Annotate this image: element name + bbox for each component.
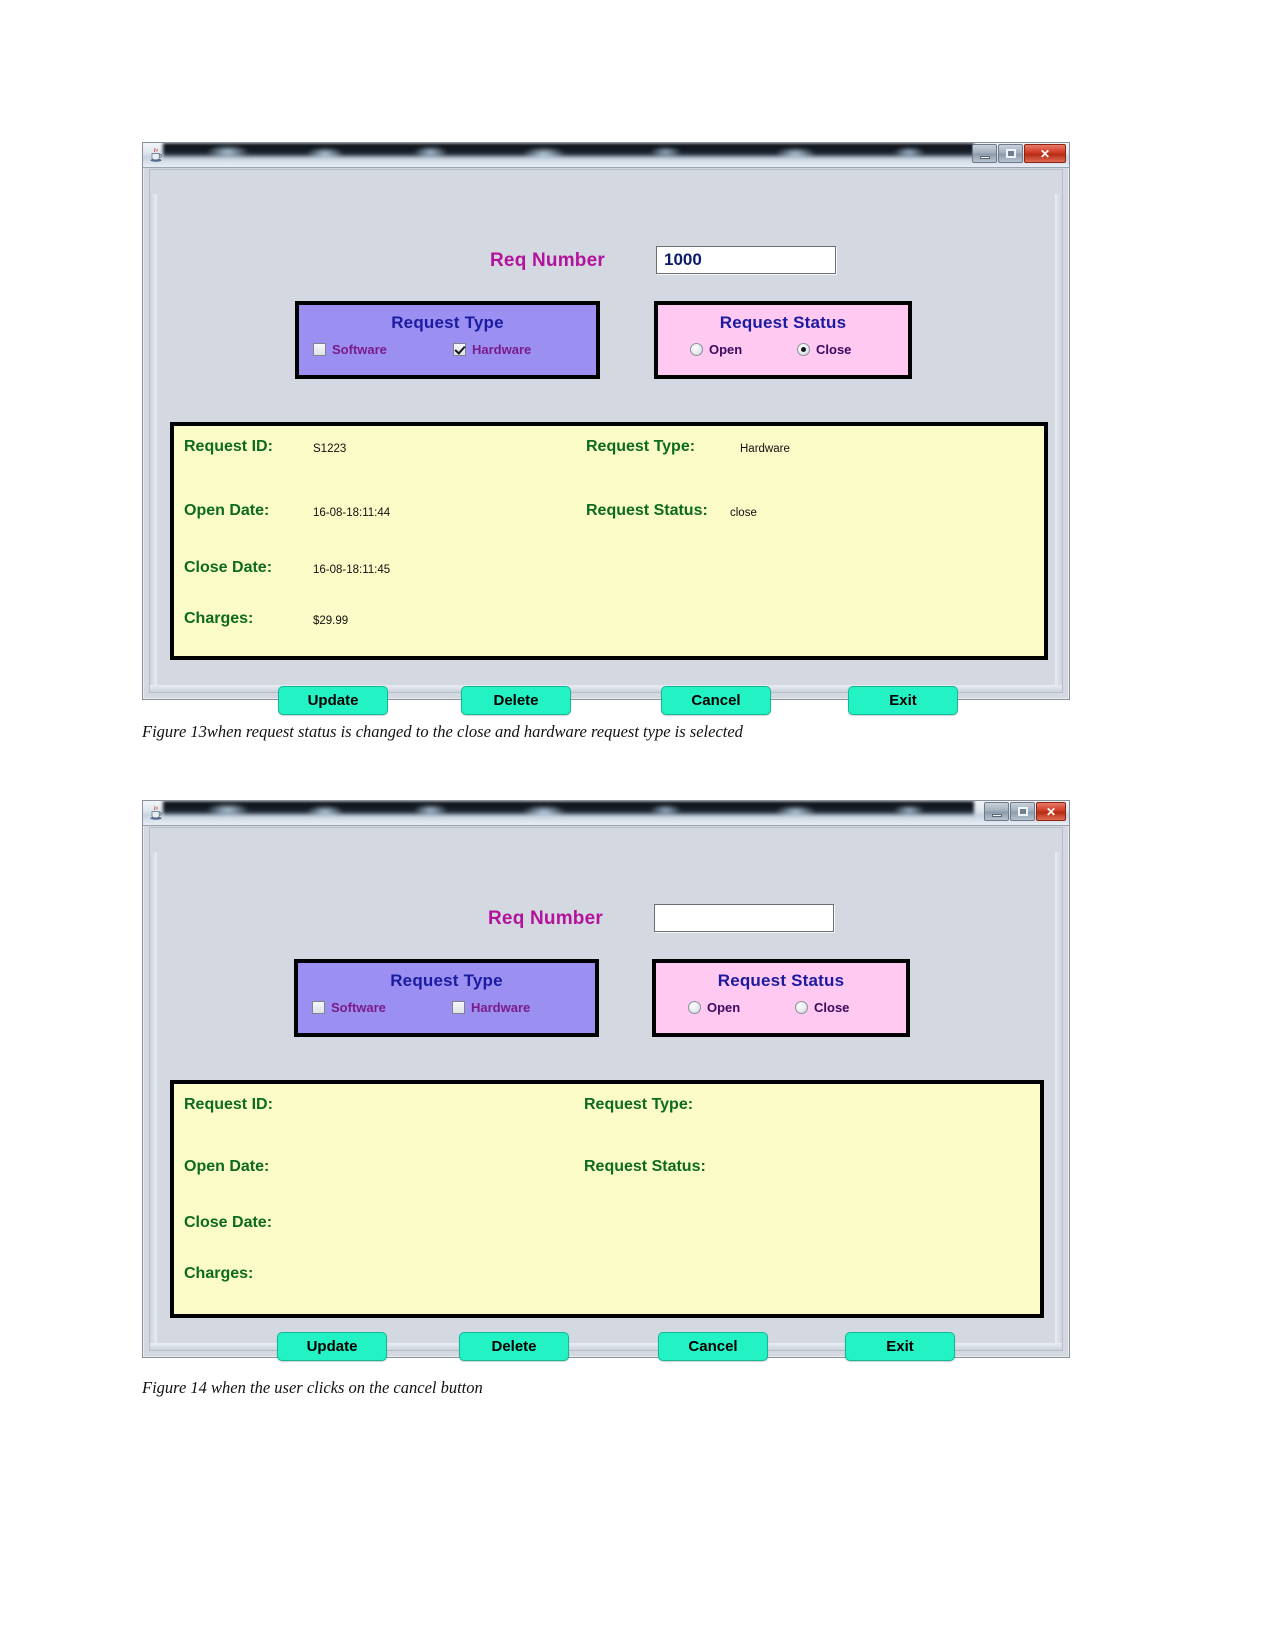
checkbox-software-label: Software <box>332 342 387 357</box>
checkbox-software-box[interactable] <box>312 1001 325 1014</box>
radio-open[interactable]: Open <box>690 342 797 357</box>
request-details-panel: Request ID: Request Type: Open Date: Req… <box>170 1080 1044 1318</box>
figure-13-window: ✕ Req Number Request Type Software <box>142 142 1070 715</box>
request-status-title: Request Status <box>717 971 845 990</box>
detail-label-charges: Charges: <box>184 1265 254 1282</box>
radio-open-label: Open <box>707 1000 741 1015</box>
maximize-button[interactable] <box>1010 802 1035 821</box>
checkbox-software-box[interactable] <box>313 343 326 356</box>
radio-close[interactable]: Close <box>797 342 851 357</box>
figure-14-window-controls: ✕ <box>984 802 1066 821</box>
cancel-button[interactable]: Cancel <box>661 686 771 715</box>
req-number-label: Req Number <box>488 908 603 929</box>
detail-label-charges: Charges: <box>184 610 254 627</box>
detail-label-request-type: Request Type: <box>586 438 696 455</box>
figure-14-titlebar[interactable]: ✕ <box>143 801 1069 826</box>
figure-13-title-text-redacted <box>163 143 974 158</box>
request-status-group: Request Status Open Close <box>654 301 912 379</box>
radio-close-label: Close <box>814 1000 850 1015</box>
request-type-group: Request Type Software Hardware <box>295 301 600 379</box>
client-left-bevel <box>150 852 157 1350</box>
request-status-options: Open Close <box>656 1000 906 1015</box>
client-left-bevel <box>150 194 157 692</box>
close-button[interactable]: ✕ <box>1024 144 1066 163</box>
request-type-options: Software Hardware <box>299 342 596 357</box>
update-button[interactable]: Update <box>277 1332 387 1361</box>
request-status-options: Open Close <box>658 342 908 357</box>
detail-value-close-date: 16-08-18:11:45 <box>313 564 391 576</box>
radio-open-button[interactable] <box>690 343 703 356</box>
detail-label-close-date: Close Date: <box>184 559 273 576</box>
detail-value-request-type: Hardware <box>740 443 790 455</box>
detail-value-request-status: close <box>730 507 757 519</box>
request-type-options: Software Hardware <box>298 1000 595 1015</box>
radio-close-button[interactable] <box>797 343 810 356</box>
request-type-title: Request Type <box>390 971 503 990</box>
checkbox-software[interactable]: Software <box>312 1000 452 1015</box>
minimize-button[interactable] <box>972 144 997 163</box>
detail-label-request-status: Request Status: <box>584 1158 706 1175</box>
detail-label-open-date: Open Date: <box>184 1158 270 1175</box>
radio-open-button[interactable] <box>688 1001 701 1014</box>
request-type-title: Request Type <box>391 313 504 332</box>
detail-label-request-id: Request ID: <box>184 438 273 455</box>
figure-14-client-area: Req Number Request Type Software Hardwar… <box>149 827 1063 1361</box>
checkbox-hardware-box[interactable] <box>452 1001 465 1014</box>
figure-14-title-text-redacted <box>163 801 974 816</box>
radio-close-button[interactable] <box>795 1001 808 1014</box>
detail-value-request-id: S1223 <box>313 443 347 455</box>
close-button[interactable]: ✕ <box>1036 802 1066 821</box>
detail-value-open-date: 16-08-18:11:44 <box>313 507 391 519</box>
detail-label-request-id: Request ID: <box>184 1096 273 1113</box>
document-page: ✕ Req Number Request Type Software <box>0 0 1275 1651</box>
request-type-group: Request Type Software Hardware <box>294 959 599 1037</box>
figure-13-window-controls: ✕ <box>972 144 1066 163</box>
detail-value-charges: $29.99 <box>313 615 349 627</box>
java-coffee-cup-icon <box>150 805 162 820</box>
checkbox-hardware-label: Hardware <box>471 1000 531 1015</box>
client-right-bevel <box>1055 194 1062 692</box>
req-number-input[interactable] <box>654 904 834 932</box>
figure-14-window: ✕ Req Number Request Type Software Hardw… <box>142 800 1070 1361</box>
detail-label-close-date: Close Date: <box>184 1214 273 1231</box>
radio-open[interactable]: Open <box>688 1000 795 1015</box>
detail-label-open-date: Open Date: <box>184 502 270 519</box>
exit-button[interactable]: Exit <box>848 686 958 715</box>
checkbox-hardware-box[interactable] <box>453 343 466 356</box>
checkbox-software[interactable]: Software <box>313 342 453 357</box>
radio-close[interactable]: Close <box>795 1000 849 1015</box>
minimize-button[interactable] <box>984 802 1009 821</box>
request-status-group: Request Status Open Close <box>652 959 910 1037</box>
delete-button[interactable]: Delete <box>459 1332 569 1361</box>
maximize-button[interactable] <box>998 144 1023 163</box>
detail-label-request-status: Request Status: <box>586 502 708 519</box>
checkbox-hardware[interactable]: Hardware <box>452 1000 530 1015</box>
cancel-button[interactable]: Cancel <box>658 1332 768 1361</box>
detail-label-request-type: Request Type: <box>584 1096 694 1113</box>
request-details-panel: Request ID: S1223 Request Type: Hardware… <box>170 422 1048 660</box>
checkbox-software-label: Software <box>331 1000 386 1015</box>
req-number-input[interactable] <box>656 246 836 274</box>
client-right-bevel <box>1055 852 1062 1350</box>
figure-13-caption: Figure 13when request status is changed … <box>142 722 743 741</box>
radio-open-label: Open <box>709 342 743 357</box>
delete-button[interactable]: Delete <box>461 686 571 715</box>
figure-13-titlebar[interactable]: ✕ <box>143 143 1069 168</box>
update-button[interactable]: Update <box>278 686 388 715</box>
figure-14-caption: Figure 14 when the user clicks on the ca… <box>142 1378 483 1397</box>
exit-button[interactable]: Exit <box>845 1332 955 1361</box>
checkbox-hardware[interactable]: Hardware <box>453 342 531 357</box>
java-coffee-cup-icon <box>150 147 162 162</box>
checkbox-hardware-label: Hardware <box>472 342 532 357</box>
request-status-title: Request Status <box>719 313 847 332</box>
radio-close-label: Close <box>816 342 852 357</box>
req-number-label: Req Number <box>490 250 605 271</box>
figure-13-client-area: Req Number Request Type Software Hardwar… <box>149 169 1063 715</box>
